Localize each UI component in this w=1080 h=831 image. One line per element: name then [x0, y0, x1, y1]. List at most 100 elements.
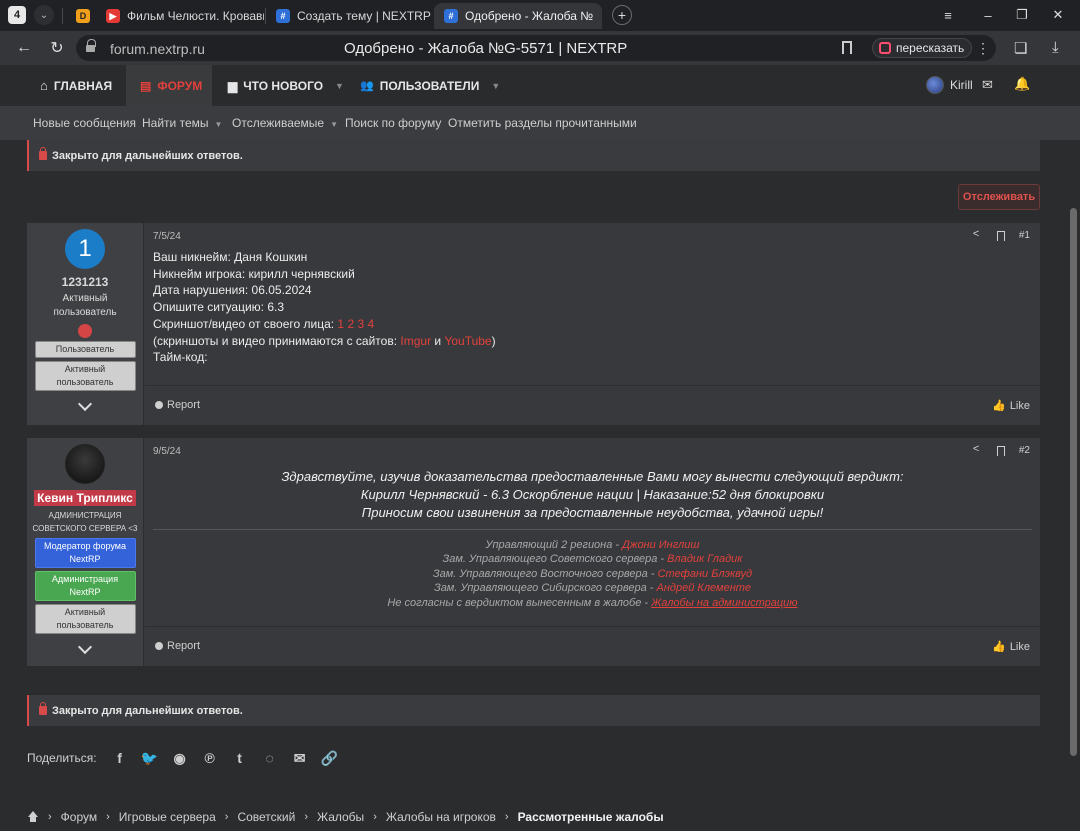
reload-icon[interactable]: ↻	[46, 37, 68, 59]
staff-link[interactable]: Стефани Блэквуд	[658, 568, 753, 580]
verdict-line: Здравствуйте, изучив доказательства пред…	[281, 469, 904, 484]
post-date[interactable]: 7/5/24	[153, 231, 181, 242]
scrollbar[interactable]	[1067, 140, 1080, 831]
bookmark-icon[interactable]	[842, 41, 852, 54]
author-name[interactable]: 1231213	[62, 275, 109, 289]
bookmark-icon[interactable]	[996, 445, 1005, 456]
report-button[interactable]: Report	[155, 640, 200, 652]
reddit-icon[interactable]: ◉	[171, 749, 189, 767]
avatar[interactable]: 1	[65, 229, 105, 269]
sites-label: (скриншоты и видео принимаются с сайтов:	[153, 333, 401, 348]
minimize-icon[interactable]: –	[978, 6, 998, 24]
share-icon[interactable]	[973, 228, 983, 241]
new-tab-button[interactable]: +	[612, 5, 632, 25]
current-user[interactable]: Kirill	[926, 74, 973, 96]
like-button[interactable]: 👍 Like	[992, 640, 1030, 654]
sidebar-icon[interactable]: ❏	[1014, 39, 1027, 57]
post-number[interactable]: #1	[1019, 230, 1030, 241]
browser-tabstrip: 4 ⌄ D ▶ Фильм Челюсти. Кровавь # Создать…	[0, 0, 1080, 31]
pinterest-icon[interactable]: ℗	[201, 749, 219, 767]
chevron-down-icon[interactable]: ▼	[335, 81, 344, 91]
home-icon[interactable]	[27, 811, 39, 823]
bookmark-icon[interactable]	[996, 230, 1005, 241]
current-username: Kirill	[950, 78, 973, 92]
tab-counter[interactable]: 4	[8, 6, 26, 24]
post-actions: #2	[973, 443, 1030, 457]
subnav-watched[interactable]: Отслеживаемые ▼	[232, 116, 338, 130]
bell-icon[interactable]: 🔔	[1014, 76, 1030, 92]
youtube-link[interactable]: YouTube	[444, 334, 491, 348]
breadcrumb-item[interactable]: Советский	[237, 810, 295, 824]
staff-link[interactable]: Владик Гладик	[667, 553, 742, 565]
whatsapp-icon[interactable]: ◌	[261, 749, 279, 767]
share-icon[interactable]	[973, 443, 983, 456]
chevron-down-icon[interactable]	[77, 396, 93, 412]
url-page-title: Одобрено - Жалоба №G-5571 | NEXTRP	[344, 40, 628, 57]
menu-icon[interactable]: ≡	[938, 6, 958, 24]
subnav-mark-read[interactable]: Отметить разделы прочитанными	[448, 116, 637, 130]
post-date[interactable]: 9/5/24	[153, 446, 181, 457]
subnav-find-threads[interactable]: Найти темы ▼	[142, 116, 222, 130]
restore-icon[interactable]: ❐	[1012, 6, 1032, 24]
tab-current[interactable]: # Одобрено - Жалоба № ✕	[434, 3, 602, 29]
facebook-icon[interactable]: f	[111, 749, 129, 767]
chevron-down-icon[interactable]	[77, 639, 93, 655]
sub-navigation: Новые сообщения Найти темы ▼ Отслеживаемы…	[0, 106, 1080, 140]
staff-role: Не согласны с вердиктом вынесенным в жал…	[387, 596, 652, 609]
tab-list-chevron-icon[interactable]: ⌄	[34, 5, 54, 25]
retell-button[interactable]: пересказать	[872, 38, 972, 58]
url-field[interactable]: forum.nextrp.ru Одобрено - Жалоба №G-557…	[76, 35, 996, 61]
download-icon[interactable]: ⤓	[1052, 39, 1059, 56]
tumblr-icon[interactable]: t	[231, 749, 249, 767]
scrollbar-thumb[interactable]	[1070, 208, 1077, 756]
user-banner: Активный пользователь	[34, 361, 136, 391]
nav-forum[interactable]: ▤ ФОРУМ	[126, 65, 212, 106]
post-number[interactable]: #2	[1019, 445, 1030, 456]
proof-link[interactable]: 1	[337, 317, 344, 331]
proof-link[interactable]: 4	[368, 317, 375, 331]
breadcrumb-item[interactable]: Игровые сервера	[119, 810, 216, 824]
nav-users[interactable]: 👥 ПОЛЬЗОВАТЕЛИ ▼	[360, 65, 500, 106]
staff-link[interactable]: Андрей Клементе	[656, 582, 751, 594]
breadcrumb-current[interactable]: Рассмотренные жалобы	[518, 810, 664, 824]
link-icon[interactable]: 🔗	[321, 749, 339, 767]
breadcrumb-item[interactable]: Жалобы на игроков	[386, 810, 496, 824]
share-label: Поделиться:	[27, 751, 97, 765]
proof-link[interactable]: 2	[347, 317, 354, 331]
tab-create-topic[interactable]: # Создать тему | NEXTRP	[266, 3, 432, 29]
verdict-line: Кирилл Чернявский - 6.3 Оскорбление наци…	[360, 487, 825, 502]
more-vertical-icon[interactable]: ⋮	[976, 40, 990, 57]
close-window-icon[interactable]: ✕	[1048, 6, 1068, 24]
subnav-search[interactable]: Поиск по форуму	[345, 116, 441, 130]
close-tab-icon[interactable]: ✕	[601, 9, 602, 23]
thumbs-up-icon: 👍	[992, 641, 1006, 653]
avatar[interactable]	[65, 444, 105, 484]
staff-link[interactable]: Жалобы на администрацию	[651, 597, 797, 609]
tab-label: Одобрено - Жалоба №	[465, 9, 594, 23]
nav-whats-new[interactable]: ▆ ЧТО НОВОГО ▼	[228, 65, 344, 106]
breadcrumb-item[interactable]: Жалобы	[317, 810, 364, 824]
report-button[interactable]: Report	[155, 399, 200, 411]
like-button[interactable]: 👍 Like	[992, 399, 1030, 413]
chevron-down-icon[interactable]: ▼	[491, 81, 500, 91]
tab-pinned[interactable]: D	[66, 3, 96, 29]
avatar	[926, 76, 944, 94]
subnav-new-posts[interactable]: Новые сообщения	[33, 116, 136, 130]
proof-link[interactable]: 3	[357, 317, 364, 331]
author-name[interactable]: Кевин Трипликс	[34, 490, 136, 506]
post-footer: Report 👍 Like	[145, 626, 1040, 666]
imgur-link[interactable]: Imgur	[400, 334, 431, 348]
email-icon[interactable]: ✉	[291, 749, 309, 767]
tab-film[interactable]: ▶ Фильм Челюсти. Кровавь	[96, 3, 264, 29]
breadcrumb-item[interactable]: Форум	[61, 810, 97, 824]
watch-button[interactable]: Отслеживать	[958, 184, 1040, 210]
site-navigation: ⌂ ГЛАВНАЯ ▤ ФОРУМ ▆ ЧТО НОВОГО ▼ 👥 ПОЛЬЗ…	[0, 65, 1080, 106]
post-2: Кевин Трипликс АДМИНИСТРАЦИЯ СОВЕТСКОГО …	[27, 438, 1040, 666]
back-icon[interactable]: ←	[13, 37, 35, 59]
twitter-icon[interactable]: 🐦	[141, 749, 159, 767]
staff-link[interactable]: Джони Инглиш	[622, 539, 699, 551]
nav-home[interactable]: ⌂ ГЛАВНАЯ	[40, 65, 112, 106]
url-host: forum.nextrp.ru	[110, 41, 205, 57]
user-badge-icon	[78, 324, 92, 338]
inbox-icon[interactable]: ✉	[982, 77, 993, 93]
